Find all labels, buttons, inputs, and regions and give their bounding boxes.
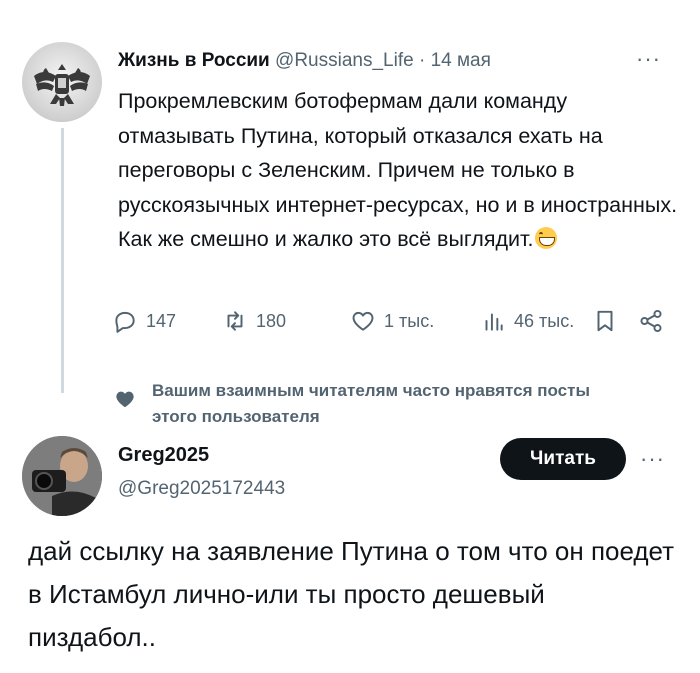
repost-button[interactable]: 180 <box>222 308 286 334</box>
share-button[interactable] <box>638 308 664 334</box>
reply-text: дай ссылку на заявление Путина о том что… <box>28 536 675 652</box>
social-context-text: Вашим взаимным читателям часто нравятся … <box>152 381 590 426</box>
separator-dot: · <box>418 50 426 71</box>
double-headed-eagle-icon <box>34 64 90 106</box>
grinning-face-emoji-icon <box>535 227 558 249</box>
user-handle[interactable]: @Greg2025172443 <box>118 478 285 500</box>
repost-count: 180 <box>256 310 287 331</box>
views-bar-chart-icon <box>485 313 503 331</box>
like-count: 1 тыс. <box>384 310 435 331</box>
tweet-body: Прокремлевским ботофермам дали команду о… <box>118 84 678 257</box>
heart-outline-icon <box>352 311 374 331</box>
tweet-text: Прокремлевским ботофермам дали команду о… <box>118 89 678 251</box>
repost-icon <box>227 311 243 331</box>
like-button[interactable]: 1 тыс. <box>350 308 434 334</box>
reply-count: 147 <box>146 310 177 331</box>
heart-icon <box>116 391 134 408</box>
follow-button[interactable]: Читать <box>500 438 626 480</box>
reply-icon <box>115 311 135 333</box>
tweet-actions-bar: 147 180 1 тыс. 46 тыс. <box>112 308 672 344</box>
thread-connector-line <box>61 128 64 393</box>
more-options-icon[interactable]: ··· <box>640 446 665 472</box>
author-handle[interactable]: @Russians_Life <box>275 50 414 71</box>
photographer-avatar-image <box>22 436 102 516</box>
tweet-header: Жизнь в России @Russians_Life · 14 мая <box>118 50 491 72</box>
tweet-date[interactable]: 14 мая <box>431 50 491 71</box>
bookmark-icon <box>597 310 613 332</box>
author-name[interactable]: Жизнь в России <box>118 50 270 71</box>
share-icon <box>640 309 662 333</box>
bookmark-button[interactable] <box>592 308 618 334</box>
user-avatar[interactable] <box>22 436 102 516</box>
user-name[interactable]: Greg2025 <box>118 444 209 467</box>
reply-button[interactable]: 147 <box>112 308 176 334</box>
views-button[interactable]: 46 тыс. <box>480 308 574 334</box>
view-count: 46 тыс. <box>514 310 575 331</box>
more-options-icon[interactable]: ··· <box>636 46 661 72</box>
author-avatar[interactable] <box>22 42 102 122</box>
